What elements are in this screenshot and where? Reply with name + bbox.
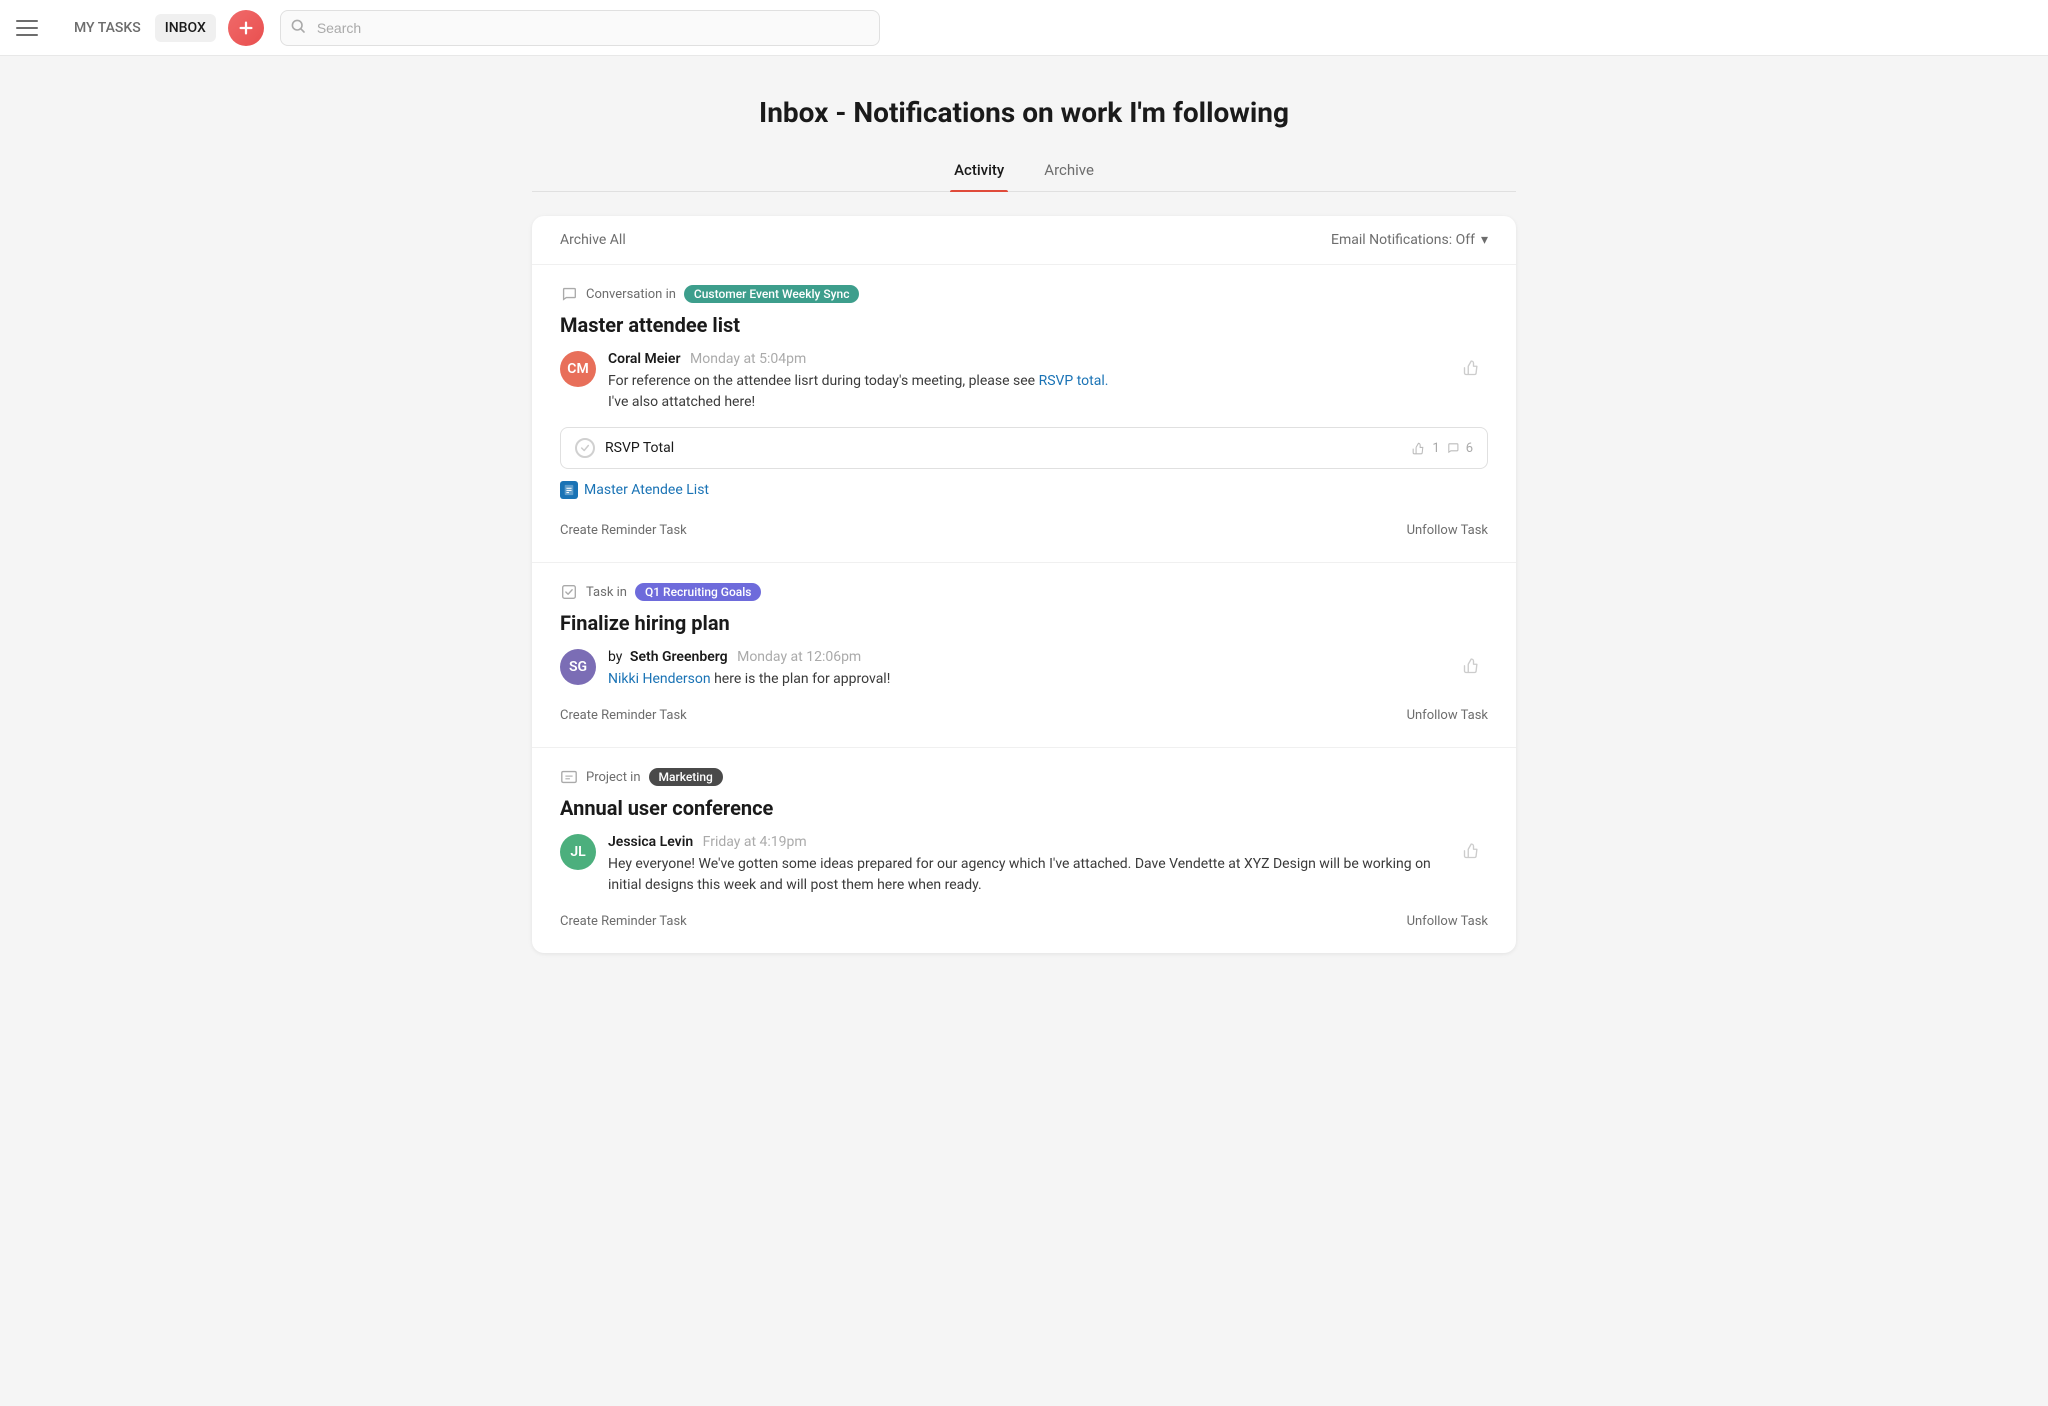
notification-item: Conversation in Customer Event Weekly Sy… (532, 265, 1516, 563)
notif-title: Finalize hiring plan (560, 611, 1488, 635)
like-button[interactable] (1456, 351, 1488, 383)
notification-item: Task in Q1 Recruiting Goals Finalize hir… (532, 563, 1516, 748)
project-icon (560, 768, 578, 786)
notif-tag[interactable]: Q1 Recruiting Goals (635, 583, 762, 601)
task-icon (560, 583, 578, 601)
like-button[interactable] (1456, 834, 1488, 866)
avatar: SG (560, 649, 596, 685)
unfollow-button[interactable]: Unfollow Task (1407, 519, 1488, 542)
notifications-container: Archive All Email Notifications: Off Con… (532, 216, 1516, 953)
notif-meta: Project in Marketing (560, 768, 1488, 786)
mention-link[interactable]: Nikki Henderson (608, 671, 711, 687)
notif-meta-type: Project in (586, 770, 641, 785)
notif-text-block: Jessica Levin Friday at 4:19pm Hey every… (608, 834, 1444, 896)
unfollow-button[interactable]: Unfollow Task (1407, 704, 1488, 727)
top-nav: MY TASKS INBOX (0, 0, 2048, 56)
create-reminder-button[interactable]: Create Reminder Task (560, 910, 687, 933)
notif-body: SG by Seth Greenberg Monday at 12:06pm N… (560, 649, 1488, 690)
notif-title: Annual user conference (560, 796, 1488, 820)
notifications-header: Archive All Email Notifications: Off (532, 216, 1516, 265)
author-name: Coral Meier (608, 351, 681, 367)
author-name: Seth Greenberg (630, 649, 728, 665)
search-bar (280, 10, 880, 46)
notification-item: Project in Marketing Annual user confere… (532, 748, 1516, 953)
notif-author-line: Jessica Levin Friday at 4:19pm (608, 834, 1444, 850)
task-check[interactable] (575, 438, 595, 458)
notif-actions: Create Reminder Task Unfollow Task (560, 704, 1488, 727)
timestamp: Friday at 4:19pm (703, 834, 807, 850)
tabs: Activity Archive (532, 153, 1516, 192)
my-tasks-link[interactable]: MY TASKS (64, 14, 151, 42)
tab-activity[interactable]: Activity (950, 153, 1008, 191)
conversation-icon (560, 285, 578, 303)
search-icon (290, 18, 306, 38)
doc-label[interactable]: Master Atendee List (584, 482, 709, 498)
task-name: RSVP Total (605, 440, 1402, 456)
unfollow-button[interactable]: Unfollow Task (1407, 910, 1488, 933)
author-name: Jessica Levin (608, 834, 693, 850)
notif-text: For reference on the attendee lisrt duri… (608, 371, 1444, 413)
search-input[interactable] (280, 10, 880, 46)
notif-actions: Create Reminder Task Unfollow Task (560, 910, 1488, 933)
add-button[interactable] (228, 10, 264, 46)
notif-body: JL Jessica Levin Friday at 4:19pm Hey ev… (560, 834, 1488, 896)
email-notifications-dropdown[interactable]: Email Notifications: Off (1331, 232, 1488, 248)
task-comments: 6 (1466, 441, 1473, 456)
notif-actions: Create Reminder Task Unfollow Task (560, 519, 1488, 542)
main-content: Inbox - Notifications on work I'm follow… (512, 56, 1536, 1013)
notif-author-line: by Seth Greenberg Monday at 12:06pm (608, 649, 1444, 665)
notif-tag[interactable]: Marketing (649, 768, 723, 786)
page-title: Inbox - Notifications on work I'm follow… (532, 96, 1516, 129)
timestamp: Monday at 5:04pm (690, 351, 806, 367)
notif-meta-type: Task in (586, 585, 627, 600)
like-button[interactable] (1456, 649, 1488, 681)
nav-links: MY TASKS INBOX (64, 14, 216, 42)
notif-meta-type: Conversation in (586, 287, 676, 302)
notif-text: Nikki Henderson here is the plan for app… (608, 669, 1444, 690)
create-reminder-button[interactable]: Create Reminder Task (560, 519, 687, 542)
avatar: JL (560, 834, 596, 870)
notif-text: Hey everyone! We've gotten some ideas pr… (608, 854, 1444, 896)
tab-archive[interactable]: Archive (1040, 153, 1098, 191)
doc-icon (560, 481, 578, 499)
timestamp: Monday at 12:06pm (737, 649, 861, 665)
avatar: CM (560, 351, 596, 387)
task-likes: 1 (1432, 441, 1439, 456)
task-meta-right: 1 6 (1412, 441, 1473, 456)
notif-text-block: Coral Meier Monday at 5:04pm For referen… (608, 351, 1444, 413)
hamburger-menu[interactable] (16, 12, 48, 44)
task-card[interactable]: RSVP Total 1 6 (560, 427, 1488, 469)
archive-all-button[interactable]: Archive All (560, 232, 626, 248)
notif-title: Master attendee list (560, 313, 1488, 337)
notif-meta: Conversation in Customer Event Weekly Sy… (560, 285, 1488, 303)
notif-text-block: by Seth Greenberg Monday at 12:06pm Nikk… (608, 649, 1444, 690)
notif-author-line: Coral Meier Monday at 5:04pm (608, 351, 1444, 367)
create-reminder-button[interactable]: Create Reminder Task (560, 704, 687, 727)
doc-link[interactable]: Master Atendee List (560, 481, 709, 499)
inbox-link[interactable]: INBOX (155, 14, 216, 42)
rsvp-link[interactable]: RSVP total. (1039, 373, 1109, 389)
notif-tag[interactable]: Customer Event Weekly Sync (684, 285, 860, 303)
notif-meta: Task in Q1 Recruiting Goals (560, 583, 1488, 601)
notif-body: CM Coral Meier Monday at 5:04pm For refe… (560, 351, 1488, 413)
